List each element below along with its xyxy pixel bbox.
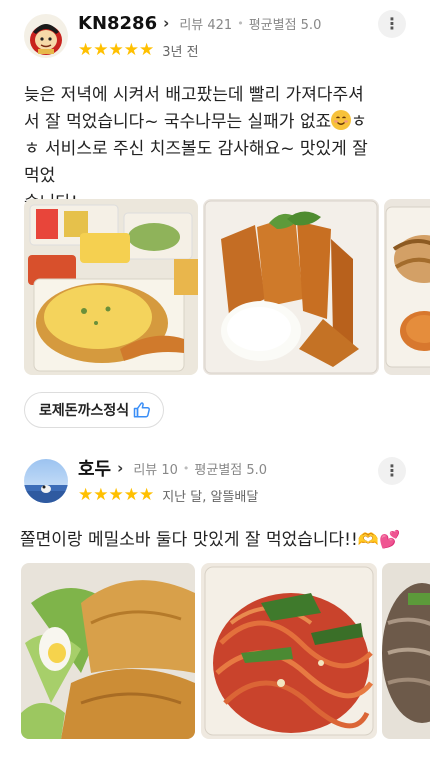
avatar-image: [24, 14, 68, 58]
review-photo[interactable]: [384, 199, 430, 375]
review-text-line: 서 잘 먹었습니다~ 국수나무는 실패가 없죠 ㅎ: [24, 110, 367, 132]
review-card: 호두 › 리뷰 10 • 평균별점 5.0 ★★★★★ 지난 달, 알뜰배달 ⋮…: [0, 445, 430, 770]
average-rating: 평균별점 5.0: [194, 462, 268, 478]
review-text-line: 늦은 저녁에 시켜서 배고팠는데 빨리 가져다주셔: [24, 85, 364, 105]
review-date: 지난 달, 알뜰배달: [162, 489, 259, 505]
more-options-button[interactable]: ⋮: [378, 457, 406, 485]
review-date: 3년 전: [162, 44, 199, 60]
more-options-button[interactable]: ⋮: [378, 10, 406, 38]
review-text-line: ㅎ 서비스로 주신 치즈볼도 감사해요~ 맛있게 잘 먹었: [24, 139, 368, 186]
average-rating: 평균별점 5.0: [248, 17, 322, 33]
avatar-image: [24, 459, 68, 503]
separator-dot: •: [182, 461, 190, 475]
review-photo[interactable]: [382, 563, 430, 739]
review-photo[interactable]: [21, 563, 195, 739]
review-header: KN8286 › 리뷰 421 • 평균별점 5.0 ★★★★★ 3년 전: [24, 10, 321, 62]
avatar[interactable]: [24, 459, 68, 503]
photo-carousel[interactable]: [24, 199, 430, 375]
review-text: 늦은 저녁에 시켜서 배고팠는데 빨리 가져다주셔 서 잘 먹었습니다~ 국수나…: [24, 82, 384, 217]
review-photo[interactable]: [201, 563, 377, 739]
smiling-face-emoji: [331, 110, 352, 130]
more-vertical-icon: ⋮: [384, 461, 400, 480]
thumbs-up-icon: [133, 401, 151, 419]
avatar[interactable]: [24, 14, 68, 58]
review-photo[interactable]: [203, 199, 379, 375]
review-card: KN8286 › 리뷰 421 • 평균별점 5.0 ★★★★★ 3년 전 ⋮ …: [0, 0, 430, 445]
menu-tag-label: 로제돈까스정식: [39, 403, 130, 419]
review-count: 리뷰 10: [133, 462, 178, 478]
chevron-right-icon[interactable]: ›: [117, 459, 123, 477]
review-text: 쫄면이랑 메밀소바 둘다 맛있게 잘 먹었습니다!!🫶💕: [20, 530, 401, 550]
separator-dot: •: [237, 16, 244, 30]
chevron-right-icon[interactable]: ›: [163, 14, 169, 32]
reviewer-name[interactable]: KN8286: [78, 13, 157, 34]
reviewer-name[interactable]: 호두: [78, 455, 111, 481]
more-vertical-icon: ⋮: [384, 14, 400, 33]
star-rating: ★★★★★: [78, 484, 155, 505]
review-photo[interactable]: [24, 199, 198, 375]
star-rating: ★★★★★: [78, 39, 155, 60]
review-header: 호두 › 리뷰 10 • 평균별점 5.0 ★★★★★ 지난 달, 알뜰배달: [24, 455, 267, 507]
photo-carousel[interactable]: [21, 563, 430, 739]
menu-tag[interactable]: 로제돈까스정식: [24, 392, 165, 428]
review-count: 리뷰 421: [179, 17, 233, 33]
